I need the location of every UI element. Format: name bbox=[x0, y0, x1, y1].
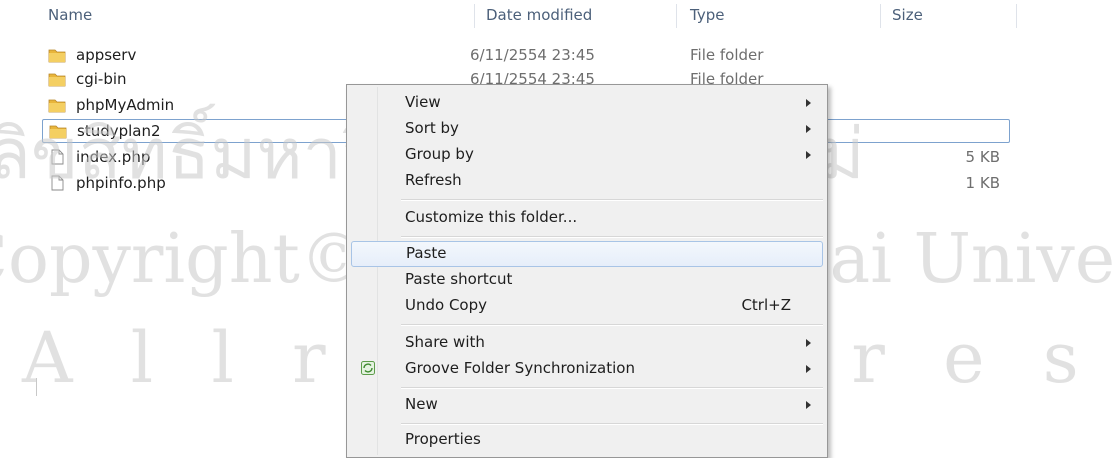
submenu-arrow-icon bbox=[806, 125, 811, 133]
file-size: 1 KB bbox=[965, 174, 1000, 192]
menu-item-paste[interactable]: Paste bbox=[351, 241, 823, 267]
submenu-arrow-icon bbox=[806, 339, 811, 347]
menu-item-label: Customize this folder... bbox=[405, 208, 578, 226]
menu-separator bbox=[401, 236, 823, 238]
menu-item-label: Group by bbox=[405, 145, 474, 163]
folder-icon bbox=[48, 99, 66, 113]
menu-item-new[interactable]: New bbox=[349, 392, 825, 418]
column-divider[interactable] bbox=[474, 4, 475, 28]
menu-item-label: Refresh bbox=[405, 171, 462, 189]
folder-icon bbox=[48, 73, 66, 87]
menu-separator bbox=[401, 423, 823, 425]
menu-item-properties[interactable]: Properties bbox=[349, 427, 825, 453]
folder-icon bbox=[49, 125, 67, 139]
menu-item-label: Properties bbox=[405, 430, 481, 448]
menu-item-view[interactable]: View bbox=[349, 90, 825, 116]
menu-separator bbox=[401, 387, 823, 389]
submenu-arrow-icon bbox=[806, 365, 811, 373]
column-divider[interactable] bbox=[1016, 4, 1017, 28]
file-icon bbox=[51, 175, 64, 191]
file-type: File folder bbox=[690, 46, 764, 64]
menu-item-label: View bbox=[405, 93, 441, 111]
divider bbox=[36, 378, 37, 396]
context-menu: View Sort by Group by Refresh Customize … bbox=[346, 84, 828, 458]
column-divider[interactable] bbox=[880, 4, 881, 28]
file-row[interactable]: appserv 6/11/2554 23:45 File folder bbox=[42, 44, 1010, 68]
menu-item-label: Sort by bbox=[405, 119, 459, 137]
menu-item-label: Groove Folder Synchronization bbox=[405, 359, 635, 377]
column-divider[interactable] bbox=[676, 4, 677, 28]
file-name: studyplan2 bbox=[77, 122, 161, 140]
menu-item-group-by[interactable]: Group by bbox=[349, 142, 825, 168]
menu-item-label: Paste bbox=[406, 244, 447, 262]
column-name[interactable]: Name bbox=[48, 6, 92, 24]
file-name: phpMyAdmin bbox=[76, 96, 175, 114]
file-name: appserv bbox=[76, 46, 137, 64]
file-date: 6/11/2554 23:45 bbox=[470, 46, 595, 64]
file-size: 5 KB bbox=[965, 148, 1000, 166]
menu-item-share-with[interactable]: Share with bbox=[349, 330, 825, 356]
menu-item-undo-copy[interactable]: Undo Copy Ctrl+Z bbox=[349, 293, 825, 319]
column-date-modified[interactable]: Date modified bbox=[486, 6, 592, 24]
file-icon bbox=[51, 149, 64, 165]
menu-item-label: Paste shortcut bbox=[405, 270, 513, 288]
folder-icon bbox=[48, 49, 66, 63]
keyboard-shortcut: Ctrl+Z bbox=[741, 296, 791, 314]
column-size[interactable]: Size bbox=[892, 6, 923, 24]
menu-item-label: Undo Copy bbox=[405, 296, 488, 314]
submenu-arrow-icon bbox=[806, 151, 811, 159]
submenu-arrow-icon bbox=[806, 401, 811, 409]
menu-item-groove-sync[interactable]: Groove Folder Synchronization bbox=[349, 356, 825, 382]
column-header-bar: Name Date modified Type Size bbox=[0, 0, 1112, 30]
file-name: index.php bbox=[76, 148, 151, 166]
column-type[interactable]: Type bbox=[690, 6, 724, 24]
menu-item-label: New bbox=[405, 395, 438, 413]
menu-separator bbox=[401, 199, 823, 201]
submenu-arrow-icon bbox=[806, 99, 811, 107]
groove-icon bbox=[361, 361, 375, 375]
menu-item-label: Share with bbox=[405, 333, 485, 351]
menu-item-sort-by[interactable]: Sort by bbox=[349, 116, 825, 142]
menu-item-customize-folder[interactable]: Customize this folder... bbox=[349, 205, 825, 231]
file-name: cgi-bin bbox=[76, 70, 127, 88]
menu-item-paste-shortcut[interactable]: Paste shortcut bbox=[349, 267, 825, 293]
menu-separator bbox=[401, 324, 823, 326]
file-name: phpinfo.php bbox=[76, 174, 166, 192]
menu-item-refresh[interactable]: Refresh bbox=[349, 168, 825, 194]
